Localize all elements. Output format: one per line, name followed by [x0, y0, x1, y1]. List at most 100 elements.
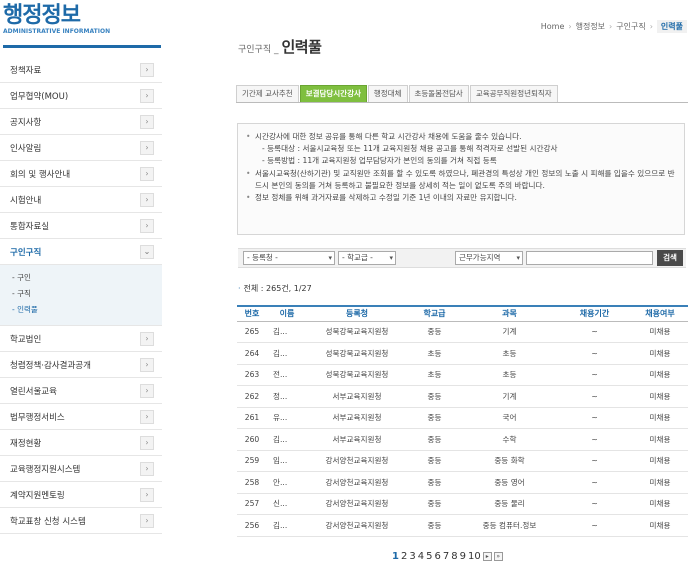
breadcrumb-home[interactable]: Home [541, 22, 565, 31]
table-row[interactable]: 265 김... 성북강북교육지원청 중등 기계 ~ 미채용 [237, 321, 688, 343]
column-header: 번호 [237, 305, 267, 322]
area-select[interactable]: 근무가능지역 ▾ [455, 251, 523, 265]
table-row[interactable]: 262 정... 서부교육지원청 중등 기계 ~ 미채용 [237, 385, 688, 408]
tab-contract-teacher[interactable]: 기간제 교사추천 [236, 85, 299, 102]
table-row[interactable]: 256 김... 강서양천교육지원청 중등 중등 컴퓨터.정보 ~ 미채용 [237, 514, 688, 537]
breadcrumb: Home › 행정정보 › 구인구직 › 인력풀 [541, 20, 687, 33]
sidebar-item-archive[interactable]: 통합자료실 › [0, 213, 162, 239]
cell-name[interactable]: 임... [267, 450, 307, 472]
notice-bullet: • 정보 정체를 위해 과거자료를 삭제하고 수정일 기준 1년 이내의 자료만 … [246, 192, 676, 204]
sidebar-item-label: 학교표창 신청 시스템 [10, 516, 86, 527]
cell-name[interactable]: 안... [267, 471, 307, 494]
search-button[interactable]: 검색 [657, 250, 683, 266]
cell-level: 중등 [407, 514, 462, 537]
cell-status: 미채용 [632, 493, 688, 515]
page-link[interactable]: 7 [443, 551, 449, 562]
chevron-down-icon: ▾ [389, 254, 393, 262]
sidebar-item-integrity[interactable]: 청렴정책·감사결과공개 › [0, 352, 162, 378]
sidebar-item-policy[interactable]: 정책자료 › [0, 57, 162, 83]
cell-number: 262 [237, 385, 267, 408]
search-input[interactable] [526, 251, 653, 265]
tab-elementary-care[interactable]: 초등돌봄전담사 [408, 85, 469, 102]
cell-name[interactable]: 유... [267, 407, 307, 429]
sidebar-item-admin-system[interactable]: 교육행정지원시스템 › [0, 456, 162, 482]
table-row[interactable]: 257 신... 강서양천교육지원청 중등 중등 물리 ~ 미채용 [237, 493, 688, 515]
cell-name[interactable]: 김... [267, 342, 307, 365]
tab-substitute-lecturer[interactable]: 보결담당시간강사 [299, 85, 367, 102]
chevron-down-icon: ▾ [328, 254, 332, 262]
column-header: 등록청 [307, 305, 407, 322]
cell-name[interactable]: 김... [267, 321, 307, 343]
column-header: 이름 [267, 305, 307, 322]
cell-name[interactable]: 김... [267, 428, 307, 451]
page-link[interactable]: 6 [434, 551, 440, 562]
next-page-icon[interactable]: ▸ [482, 552, 492, 561]
cell-status: 미채용 [632, 471, 688, 494]
chevron-right-icon: › [140, 167, 154, 181]
sidebar-item-award[interactable]: 학교표창 신청 시스템 › [0, 508, 162, 534]
chevron-right-icon: › [568, 22, 572, 31]
sidebar-item-personnel[interactable]: 인사알림 › [0, 135, 162, 161]
cell-name[interactable]: 전... [267, 364, 307, 386]
sidebar-item-notice[interactable]: 공지사항 › [0, 109, 162, 135]
cell-level: 초등 [407, 342, 462, 365]
cell-period: ~ [557, 321, 632, 343]
page-link[interactable]: 9 [460, 551, 466, 562]
notice-subtext: - 등록대상 : 서울시교육청 또는 11개 교육지원청 채용 공고를 통해 적… [262, 144, 558, 154]
cell-office: 강서양천교육지원청 [307, 471, 407, 494]
sidebar-item-legal[interactable]: 법무행정서비스 › [0, 404, 162, 430]
table-row[interactable]: 260 김... 서부교육지원청 중등 수학 ~ 미채용 [237, 428, 688, 451]
cell-period: ~ [557, 407, 632, 429]
cell-name[interactable]: 김... [267, 514, 307, 537]
page-link[interactable]: 5 [426, 551, 432, 562]
chevron-right-icon: › [140, 115, 154, 129]
notice-text: 시간강사에 대한 정보 공유를 통해 다른 학교 시간강사 채용에 도움을 줄수… [255, 132, 522, 141]
sidebar-item-label: 열린서울교육 [10, 386, 57, 397]
page-title: 구인구직 _ 인력풀 [238, 36, 322, 57]
page-link[interactable]: 8 [451, 551, 457, 562]
tab-admin-substitute[interactable]: 행정대체 [367, 85, 408, 102]
page-link-current[interactable]: 1 [392, 551, 399, 562]
cell-subject: 중등 컴퓨터.정보 [462, 514, 557, 537]
table-row[interactable]: 263 전... 성북강북교육지원청 초등 초등 ~ 미채용 [237, 364, 688, 386]
cell-status: 미채용 [632, 514, 688, 537]
breadcrumb-jobs[interactable]: 구인구직 [616, 21, 645, 32]
tab-retired-staff[interactable]: 교육공무직원정년퇴직자 [469, 85, 558, 102]
page-link[interactable]: 2 [401, 551, 407, 562]
cell-period: ~ [557, 471, 632, 494]
cell-period: ~ [557, 493, 632, 515]
last-page-icon[interactable]: » [493, 552, 503, 561]
cell-period: ~ [557, 514, 632, 537]
sidebar-item-finance[interactable]: 재정현황 › [0, 430, 162, 456]
cell-office: 강서양천교육지원청 [307, 493, 407, 515]
page-link[interactable]: 4 [418, 551, 424, 562]
table-row[interactable]: 258 안... 강서양천교육지원청 중등 중등 영어 ~ 미채용 [237, 471, 688, 494]
page-link[interactable]: 10 [468, 551, 481, 562]
table-row[interactable]: 261 유... 서부교육지원청 중등 국어 ~ 미채용 [237, 407, 688, 429]
org-select[interactable]: - 등록청 - ▾ [243, 251, 335, 265]
cell-subject: 국어 [462, 407, 557, 429]
cell-status: 미채용 [632, 364, 688, 386]
page-link[interactable]: 3 [409, 551, 415, 562]
cell-number: 258 [237, 471, 267, 494]
cell-name[interactable]: 정... [267, 385, 307, 408]
chevron-right-icon: › [140, 410, 154, 424]
cell-name[interactable]: 신... [267, 493, 307, 515]
sidebar-item-jobs[interactable]: 구인구직 ⌄ [0, 239, 162, 265]
sidebar-item-mou[interactable]: 업무협약(MOU) › [0, 83, 162, 109]
sidebar-item-label: 교육행정지원시스템 [10, 464, 81, 475]
table-row[interactable]: 259 임... 강서양천교육지원청 중등 중등 화학 ~ 미채용 [237, 450, 688, 472]
notice-subtext: - 등록방법 : 11개 교육지원청 업무담당자가 본인의 동의를 거쳐 직접 … [262, 156, 497, 166]
sidebar-item-open-education[interactable]: 열린서울교육 › [0, 378, 162, 404]
sidebar-item-events[interactable]: 회의 및 행사안내 › [0, 161, 162, 187]
submenu-item-seeking[interactable]: - 구직 [12, 286, 162, 302]
table-row[interactable]: 264 김... 성북강북교육지원청 초등 초등 ~ 미채용 [237, 342, 688, 365]
school-level-select[interactable]: - 학교급 - ▾ [338, 251, 396, 265]
sidebar-item-school-corp[interactable]: 학교법인 › [0, 326, 162, 352]
submenu-item-hiring[interactable]: - 구인 [12, 270, 162, 286]
submenu-item-talent-pool[interactable]: - 인력풀 [12, 302, 162, 318]
breadcrumb-admin-info[interactable]: 행정정보 [576, 21, 605, 32]
chevron-right-icon: › [140, 89, 154, 103]
sidebar-item-exam[interactable]: 시험안내 › [0, 187, 162, 213]
sidebar-item-contract[interactable]: 계약지원멘토링 › [0, 482, 162, 508]
